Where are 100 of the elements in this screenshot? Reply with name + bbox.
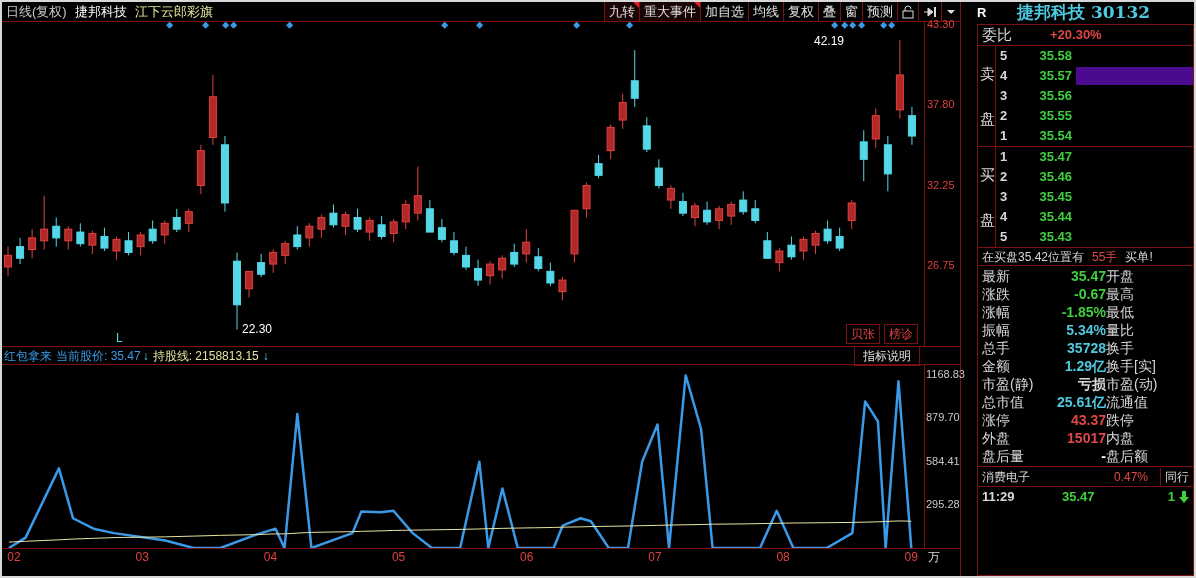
candlestick (582, 182, 591, 219)
order-price: 35.54 (1038, 127, 1072, 146)
r-mark: R (977, 4, 988, 23)
candlestick (739, 190, 748, 216)
toolbar-button[interactable]: 九转 (604, 2, 639, 21)
order-level: 2 (999, 107, 1009, 126)
candlestick (558, 276, 567, 301)
order-level: 5 (999, 228, 1009, 247)
month-label: 04 (262, 549, 279, 565)
chart-corner-button[interactable]: 榜诊 (884, 324, 918, 344)
order-lots: 55手 (1092, 248, 1118, 266)
candlestick (462, 246, 471, 271)
indicator-axis-label: 879.70 (926, 411, 960, 424)
candlestick (763, 231, 772, 259)
candlestick (245, 270, 254, 299)
sector-name: 消费电子 (981, 468, 1031, 486)
candlestick (293, 225, 302, 251)
stat-value: 43.37 (1070, 410, 1106, 430)
candlestick (269, 249, 278, 274)
candlestick (823, 219, 832, 245)
candlestick (136, 231, 145, 256)
candlestick (437, 218, 446, 243)
candlestick (510, 243, 519, 268)
stock-name: 捷邦科技 (73, 2, 128, 21)
high-price-label: 42.19 (814, 33, 845, 50)
peers-button[interactable]: 同行 (1160, 467, 1193, 486)
candlestick (811, 230, 820, 255)
price-axis-label: 37.80 (927, 98, 955, 111)
holding-line-value: : 2158813.15 (188, 347, 260, 365)
stat-label: 总市值 (982, 392, 1025, 412)
candlestick (715, 205, 724, 230)
candlestick (377, 215, 386, 240)
stat-label: 市盈(静) (982, 374, 1035, 394)
stat-label: 跌停 (1106, 410, 1134, 430)
candlestick (317, 214, 326, 239)
month-label: 02 (6, 549, 22, 565)
stat-value: -0.67 (1074, 284, 1106, 304)
toolbar-button[interactable]: 加自选 (700, 2, 748, 21)
stat-label: 量比 (1106, 320, 1134, 340)
candlestick (172, 208, 181, 233)
stat-label: 外盘 (982, 428, 1011, 448)
candlestick (100, 227, 109, 252)
lock-icon (902, 4, 914, 19)
down-arrow-icon: ↓ (142, 346, 149, 365)
stat-label: 最低 (1106, 302, 1134, 322)
order-price: 35.56 (1038, 87, 1072, 106)
candlestick (184, 208, 193, 233)
candlestick (329, 203, 338, 229)
toolbar-button[interactable]: 预测 (862, 2, 897, 21)
candlestick (630, 49, 639, 108)
toolbar-button[interactable]: 叠 (818, 2, 840, 21)
toolbar-button[interactable]: 窗 (840, 2, 862, 21)
candlestick (678, 192, 687, 217)
month-label: 05 (390, 549, 407, 565)
order-level: 4 (999, 67, 1009, 86)
candlestick (835, 227, 844, 252)
order-level: 2 (999, 168, 1009, 187)
chart-corner-button[interactable]: 贝张 (846, 324, 880, 344)
candlestick (727, 201, 736, 226)
order-side-label: 买盘 (978, 147, 996, 247)
toolbar-button[interactable]: 均线 (748, 2, 783, 21)
stock-title: 捷邦科技 30132 (1017, 2, 1151, 25)
stat-label: 开盘 (1106, 266, 1134, 286)
candlestick (666, 185, 675, 210)
month-label: 07 (647, 549, 663, 565)
stat-label: 振幅 (982, 320, 1011, 340)
candlestick (389, 218, 398, 243)
candlestick (606, 123, 615, 160)
candlestick (907, 106, 916, 146)
toolbar-button[interactable]: 复权 (783, 2, 818, 21)
order-level: 4 (999, 208, 1009, 227)
order-notice: 在买盘35.42位置有 (982, 248, 1085, 266)
stat-label: 盘后量 (982, 446, 1025, 466)
candlestick (594, 154, 603, 179)
ratio-value: +20.30% (1050, 26, 1102, 45)
candlestick (847, 199, 856, 230)
period-label: 日线(复权) (5, 2, 68, 21)
holding-line-label: 持股线 (151, 347, 189, 365)
stat-label: 总手 (982, 338, 1011, 358)
candlestick (160, 219, 169, 245)
stat-label: 最新 (982, 266, 1011, 286)
stat-value: 1.29亿 (1064, 356, 1106, 376)
order-level: 1 (999, 148, 1009, 167)
candlestick (546, 262, 555, 287)
order-price: 35.58 (1038, 47, 1072, 66)
current-price-label: 当前股价: 35.47 (55, 347, 142, 365)
down-arrow-icon: ↓ (262, 346, 269, 365)
stat-value: - (1101, 446, 1106, 466)
candlestick (353, 208, 362, 233)
candlestick (257, 253, 266, 278)
candlestick (871, 107, 880, 149)
candlestick (28, 228, 37, 259)
candlestick (859, 129, 868, 182)
toolbar-button[interactable]: 重大事件 (639, 2, 700, 21)
candlestick (401, 199, 410, 230)
indicator-help-button[interactable]: 指标说明 (854, 345, 920, 366)
stat-label: 最高 (1106, 284, 1134, 304)
sector-change: 0.47% (1114, 468, 1150, 486)
month-label: 06 (519, 549, 535, 565)
candlestick (486, 260, 495, 285)
